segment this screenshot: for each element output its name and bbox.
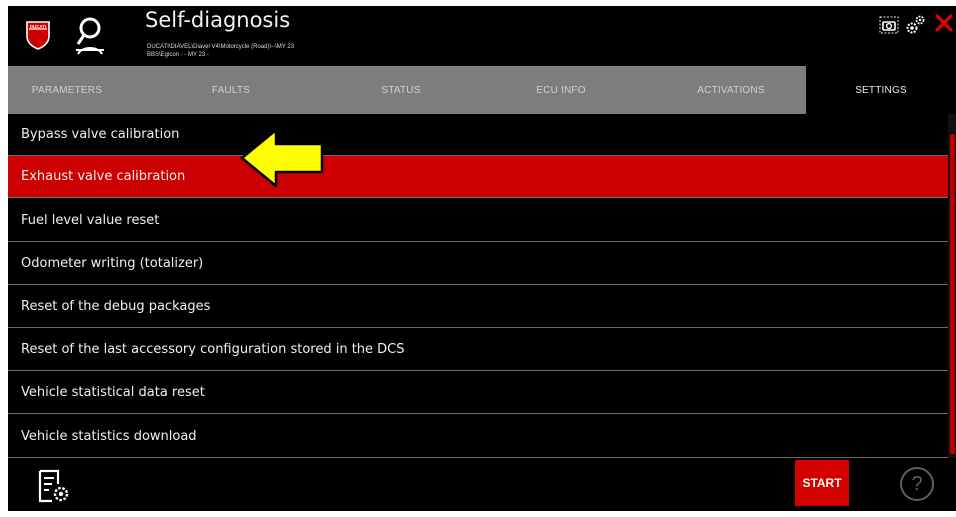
list-item-selected[interactable]: Exhaust valve calibration bbox=[8, 156, 948, 198]
scrollbar[interactable] bbox=[948, 114, 956, 458]
tab-faults[interactable]: FAULTS bbox=[126, 66, 336, 114]
tab-activations[interactable]: ACTIVATIONS bbox=[656, 66, 806, 114]
tab-bar: PARAMETERS FAULTS STATUS ECU INFO ACTIVA… bbox=[8, 66, 956, 114]
tab-status[interactable]: STATUS bbox=[336, 66, 466, 114]
list-item[interactable]: Bypass valve calibration bbox=[8, 114, 948, 156]
scrollbar-thumb[interactable] bbox=[950, 134, 955, 454]
app-window: DUCATI Self-diagnosis DUCATI\DIAVEL\Diav… bbox=[8, 6, 956, 511]
svg-text:DUCATI: DUCATI bbox=[30, 24, 46, 29]
arrow-pointer-icon bbox=[240, 128, 324, 188]
settings-list: Bypass valve calibration Exhaust valve c… bbox=[8, 114, 956, 458]
header: DUCATI Self-diagnosis DUCATI\DIAVEL\Diav… bbox=[8, 6, 956, 66]
list-item[interactable]: Odometer writing (totalizer) bbox=[8, 243, 948, 285]
start-button[interactable]: START bbox=[795, 460, 849, 506]
camera-icon[interactable] bbox=[878, 14, 900, 36]
list-item[interactable]: Reset of the debug packages bbox=[8, 286, 948, 328]
ducati-logo-icon: DUCATI bbox=[26, 21, 50, 50]
footer: START ? bbox=[8, 458, 956, 511]
tab-settings[interactable]: SETTINGS bbox=[806, 66, 956, 114]
document-settings-icon[interactable] bbox=[36, 468, 72, 504]
ecu-path: BBS\Egicon - - MY 23 - bbox=[147, 52, 209, 58]
search-icon[interactable] bbox=[72, 16, 108, 56]
help-icon[interactable]: ? bbox=[900, 467, 934, 501]
tab-ecu-info[interactable]: ECU INFO bbox=[466, 66, 656, 114]
page-title: Self-diagnosis bbox=[145, 8, 291, 32]
list-item[interactable]: Fuel level value reset bbox=[8, 200, 948, 242]
list-item[interactable]: Vehicle statistics download bbox=[8, 416, 948, 458]
list-item[interactable]: Vehicle statistical data reset bbox=[8, 372, 948, 414]
vehicle-path: DUCATI\DIAVEL\Diavel V4\Motorcycle (Road… bbox=[147, 44, 295, 50]
close-icon[interactable] bbox=[933, 12, 955, 34]
list-item[interactable]: Reset of the last accessory configuratio… bbox=[8, 329, 948, 371]
tab-parameters[interactable]: PARAMETERS bbox=[8, 66, 126, 114]
gears-icon[interactable] bbox=[904, 14, 926, 36]
